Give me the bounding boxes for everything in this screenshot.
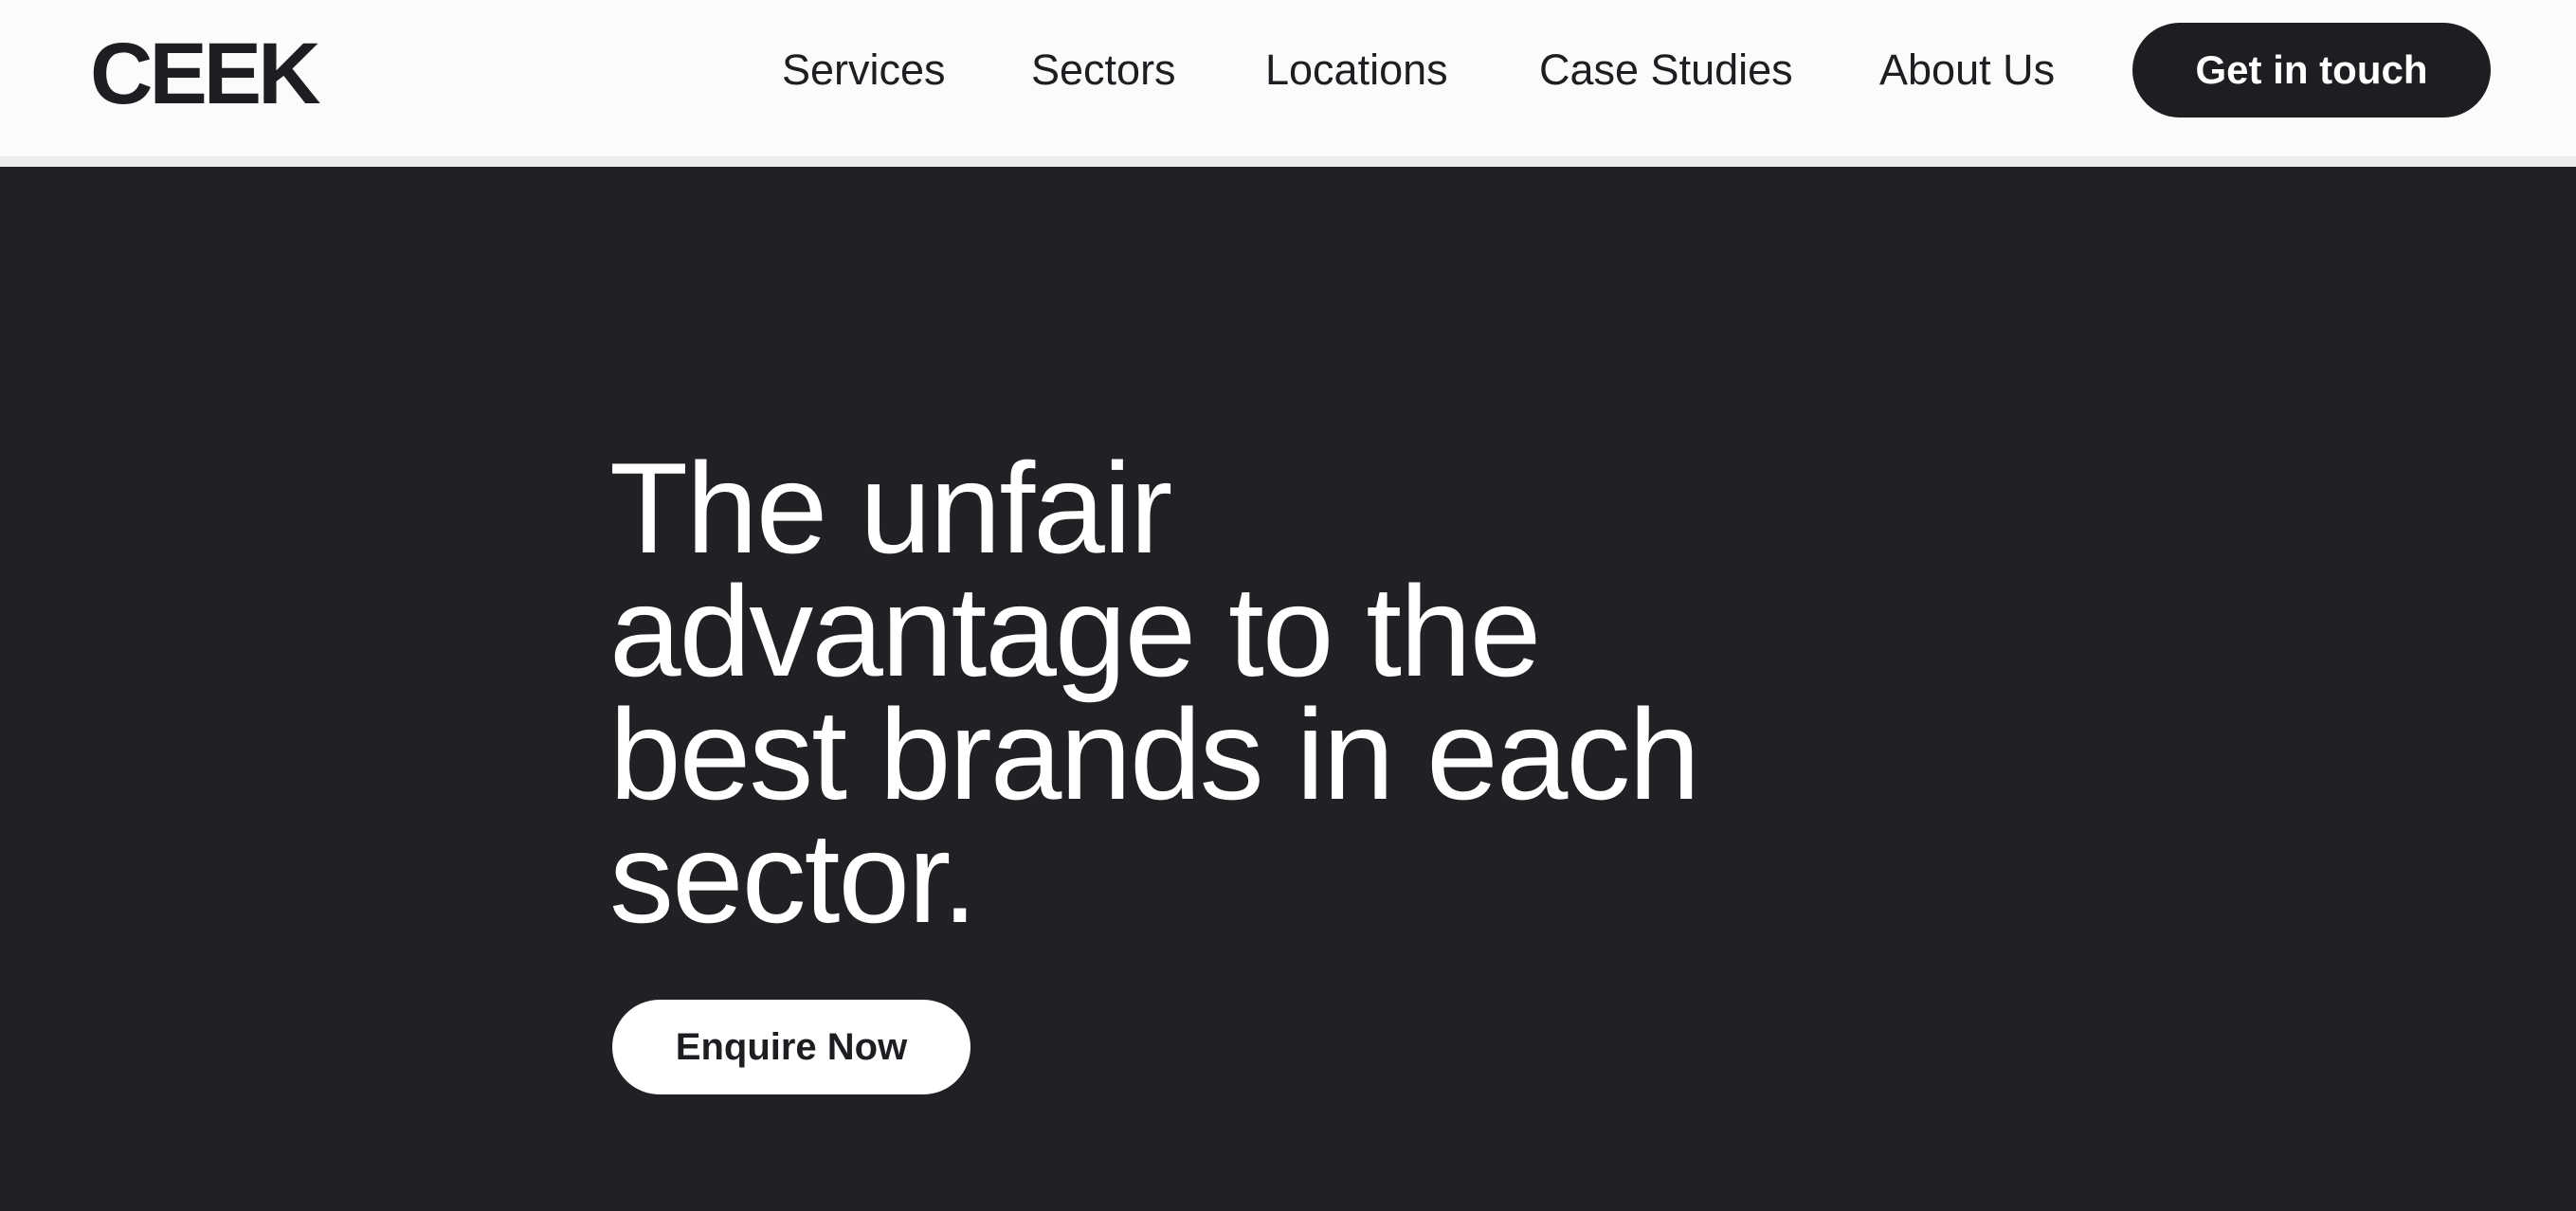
nav-link-sectors[interactable]: Sectors [1031, 42, 1176, 99]
site-header: CEEK Services Sectors Locations Case Stu… [0, 0, 2576, 156]
hero-headline-line-3: best brands in each [609, 682, 1700, 826]
nav-link-services[interactable]: Services [782, 42, 946, 99]
nav-link-locations[interactable]: Locations [1265, 42, 1448, 99]
nav-link-case-studies[interactable]: Case Studies [1539, 42, 1793, 99]
site-logo[interactable]: CEEK [90, 27, 321, 121]
hero-headline-line-1: The unfair [609, 436, 1172, 580]
hero-headline-line-4: sector. [609, 805, 978, 949]
nav-link-about-us[interactable]: About Us [1879, 42, 2055, 99]
get-in-touch-button[interactable]: Get in touch [2132, 23, 2491, 117]
header-divider [0, 156, 2576, 167]
hero-headline: The unfair advantage to the best brands … [609, 436, 1804, 949]
enquire-now-button[interactable]: Enquire Now [612, 1000, 971, 1094]
hero-headline-line-2: advantage to the [609, 559, 1541, 703]
